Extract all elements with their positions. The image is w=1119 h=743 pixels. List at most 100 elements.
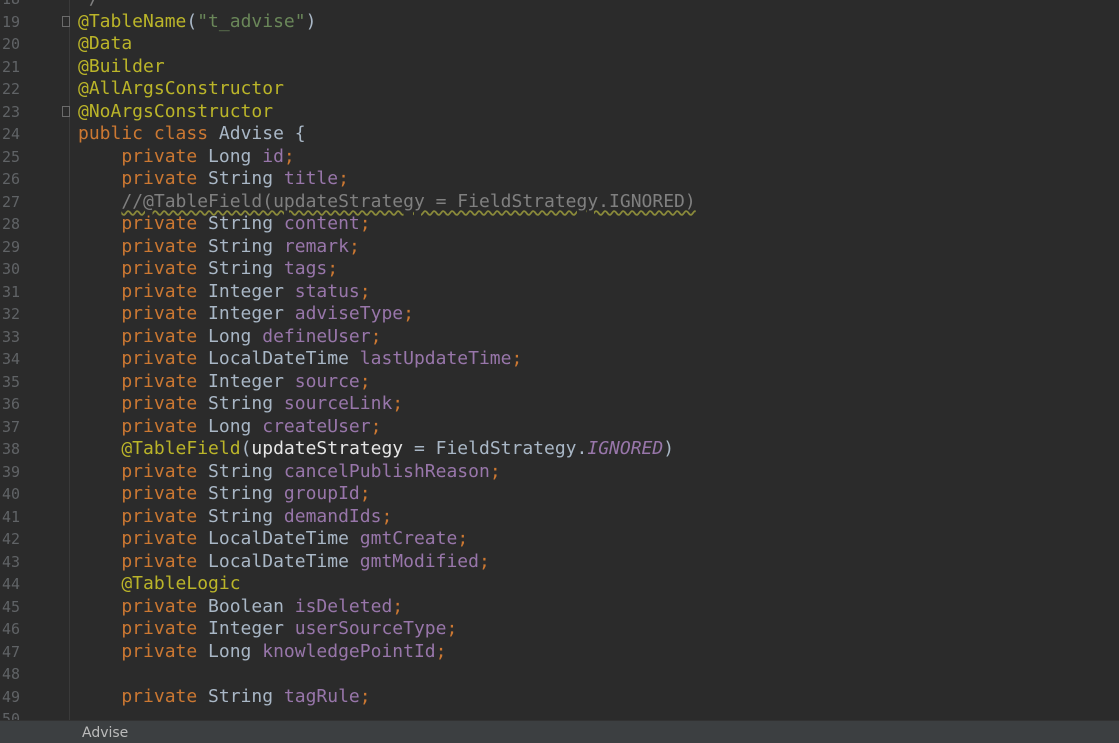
fold-marker-icon[interactable] bbox=[62, 105, 70, 117]
code-token: ; bbox=[359, 213, 371, 234]
code-line[interactable]: 24 public class Advise { bbox=[0, 123, 1119, 146]
code-line[interactable]: 19 @TableName("t_advise") bbox=[0, 11, 1119, 34]
code-line[interactable]: 48 bbox=[0, 663, 1119, 686]
code-token: LocalDateTime bbox=[208, 348, 360, 369]
code-line[interactable]: 31 private Integer status; bbox=[0, 281, 1119, 304]
code-line[interactable]: 39 private String cancelPublishReason; bbox=[0, 461, 1119, 484]
code-text: @Builder bbox=[78, 56, 165, 79]
code-line[interactable]: 41 private String demandIds; bbox=[0, 506, 1119, 529]
code-token: public class bbox=[78, 123, 219, 144]
code-token: ; bbox=[283, 145, 295, 167]
code-line[interactable]: 25 private Long id; bbox=[0, 146, 1119, 169]
code-text: private String demandIds; bbox=[78, 506, 392, 529]
code-line[interactable]: 40 private String groupId; bbox=[0, 483, 1119, 506]
code-line[interactable]: 35 private Integer source; bbox=[0, 371, 1119, 394]
code-token: demandIds bbox=[283, 505, 382, 527]
code-token: String bbox=[208, 460, 284, 482]
code-line[interactable]: 42 private LocalDateTime gmtCreate; bbox=[0, 528, 1119, 551]
code-line[interactable]: 27 //@TableField(updateStrategy = FieldS… bbox=[0, 191, 1119, 214]
fold-marker-icon[interactable] bbox=[62, 15, 70, 27]
line-number: 36 bbox=[2, 395, 21, 413]
code-token: ( bbox=[186, 10, 198, 32]
code-token: createUser bbox=[262, 415, 371, 437]
code-line[interactable]: 45 private Boolean isDeleted; bbox=[0, 596, 1119, 619]
code-token: source bbox=[294, 370, 360, 392]
line-number: 39 bbox=[2, 462, 21, 481]
code-token: ; bbox=[478, 550, 490, 572]
code-line[interactable]: 44 @TableLogic bbox=[0, 573, 1119, 596]
line-number: 25 bbox=[2, 147, 21, 166]
code-line[interactable]: 21 @Builder bbox=[0, 56, 1119, 79]
code-token: private bbox=[78, 145, 209, 167]
code-editor[interactable]: 18*/19@TableName("t_advise")20@Data21@Bu… bbox=[0, 0, 1119, 720]
code-token: private bbox=[78, 505, 209, 527]
code-line[interactable]: 43 private LocalDateTime gmtModified; bbox=[0, 551, 1119, 574]
code-token: ; bbox=[370, 325, 382, 347]
line-number: 50 bbox=[2, 710, 21, 720]
code-token: @NoArgsConstructor bbox=[78, 100, 274, 122]
code-line[interactable]: 49 private String tagRule; bbox=[0, 686, 1119, 709]
code-line[interactable]: 36 private String sourceLink; bbox=[0, 393, 1119, 416]
code-line[interactable]: 18 */ bbox=[0, 0, 1119, 11]
code-text: private Integer adviseType; bbox=[78, 303, 414, 326]
code-token: private bbox=[78, 303, 209, 324]
code-text: private Boolean isDeleted; bbox=[78, 596, 403, 619]
code-line[interactable]: 34 private LocalDateTime lastUpdateTime; bbox=[0, 348, 1119, 371]
code-token: @TableName bbox=[78, 10, 187, 32]
code-token: Integer bbox=[208, 370, 295, 392]
code-line[interactable]: 20 @Data bbox=[0, 33, 1119, 56]
code-line[interactable]: 38 @TableField(updateStrategy = FieldStr… bbox=[0, 438, 1119, 461]
code-line[interactable]: 30 private String tags; bbox=[0, 258, 1119, 281]
code-text: private String sourceLink; bbox=[78, 393, 403, 416]
code-line[interactable]: 29 private String remark; bbox=[0, 236, 1119, 259]
code-token: String bbox=[208, 393, 284, 414]
breadcrumb-class-advise[interactable]: Advise bbox=[82, 725, 128, 741]
code-lines[interactable]: 18*/19@TableName("t_advise")20@Data21@Bu… bbox=[0, 0, 1119, 720]
line-number: 30 bbox=[2, 260, 21, 278]
line-number: 46 bbox=[2, 620, 21, 638]
code-line[interactable]: 37 private Long createUser; bbox=[0, 416, 1119, 439]
code-token: status bbox=[294, 280, 360, 302]
code-token: private bbox=[78, 168, 209, 189]
code-token: ( bbox=[240, 438, 252, 459]
code-token: ) bbox=[663, 438, 675, 459]
breadcrumb-bar: Advise bbox=[0, 720, 1119, 743]
code-token: String bbox=[208, 213, 284, 234]
code-token: //@TableField(updateStrategy = FieldStra… bbox=[121, 190, 696, 212]
code-token: ; bbox=[327, 258, 339, 279]
code-token: private bbox=[78, 685, 209, 707]
line-number: 43 bbox=[2, 552, 21, 571]
code-line[interactable]: 46 private Integer userSourceType; bbox=[0, 618, 1119, 641]
code-line[interactable]: 50 bbox=[0, 708, 1119, 720]
code-text: private LocalDateTime lastUpdateTime; bbox=[78, 348, 522, 371]
code-line[interactable]: 32 private Integer adviseType; bbox=[0, 303, 1119, 326]
code-line[interactable]: 23 @NoArgsConstructor bbox=[0, 101, 1119, 124]
line-number: 40 bbox=[2, 485, 21, 503]
code-line[interactable]: 22 @AllArgsConstructor bbox=[0, 78, 1119, 101]
code-token: private bbox=[78, 348, 209, 369]
code-token: title bbox=[283, 168, 339, 189]
line-number: 22 bbox=[2, 80, 21, 98]
code-token: String bbox=[208, 505, 284, 527]
line-number: 48 bbox=[2, 665, 21, 683]
code-token: defineUser bbox=[262, 325, 371, 347]
line-number: 29 bbox=[2, 237, 21, 256]
code-text: @TableField(updateStrategy = FieldStrate… bbox=[78, 438, 674, 461]
code-token: ; bbox=[359, 685, 371, 707]
code-text: private LocalDateTime gmtModified; bbox=[78, 550, 490, 574]
code-token: = FieldStrategy. bbox=[403, 438, 588, 459]
code-token: String bbox=[208, 168, 284, 189]
code-line[interactable]: 33 private Long defineUser; bbox=[0, 326, 1119, 349]
line-number: 49 bbox=[2, 687, 21, 706]
code-token: gmtCreate bbox=[359, 528, 458, 549]
code-text: private LocalDateTime gmtCreate; bbox=[78, 528, 468, 551]
code-text: @AllArgsConstructor bbox=[78, 78, 284, 101]
code-text: private Integer userSourceType; bbox=[78, 618, 457, 641]
code-line[interactable]: 28 private String content; bbox=[0, 213, 1119, 236]
code-token: Boolean bbox=[208, 595, 295, 617]
code-token: remark bbox=[283, 235, 349, 257]
code-line[interactable]: 47 private Long knowledgePointId; bbox=[0, 641, 1119, 664]
code-token: ; bbox=[392, 595, 404, 617]
code-token: private bbox=[78, 483, 209, 504]
code-line[interactable]: 26 private String title; bbox=[0, 168, 1119, 191]
